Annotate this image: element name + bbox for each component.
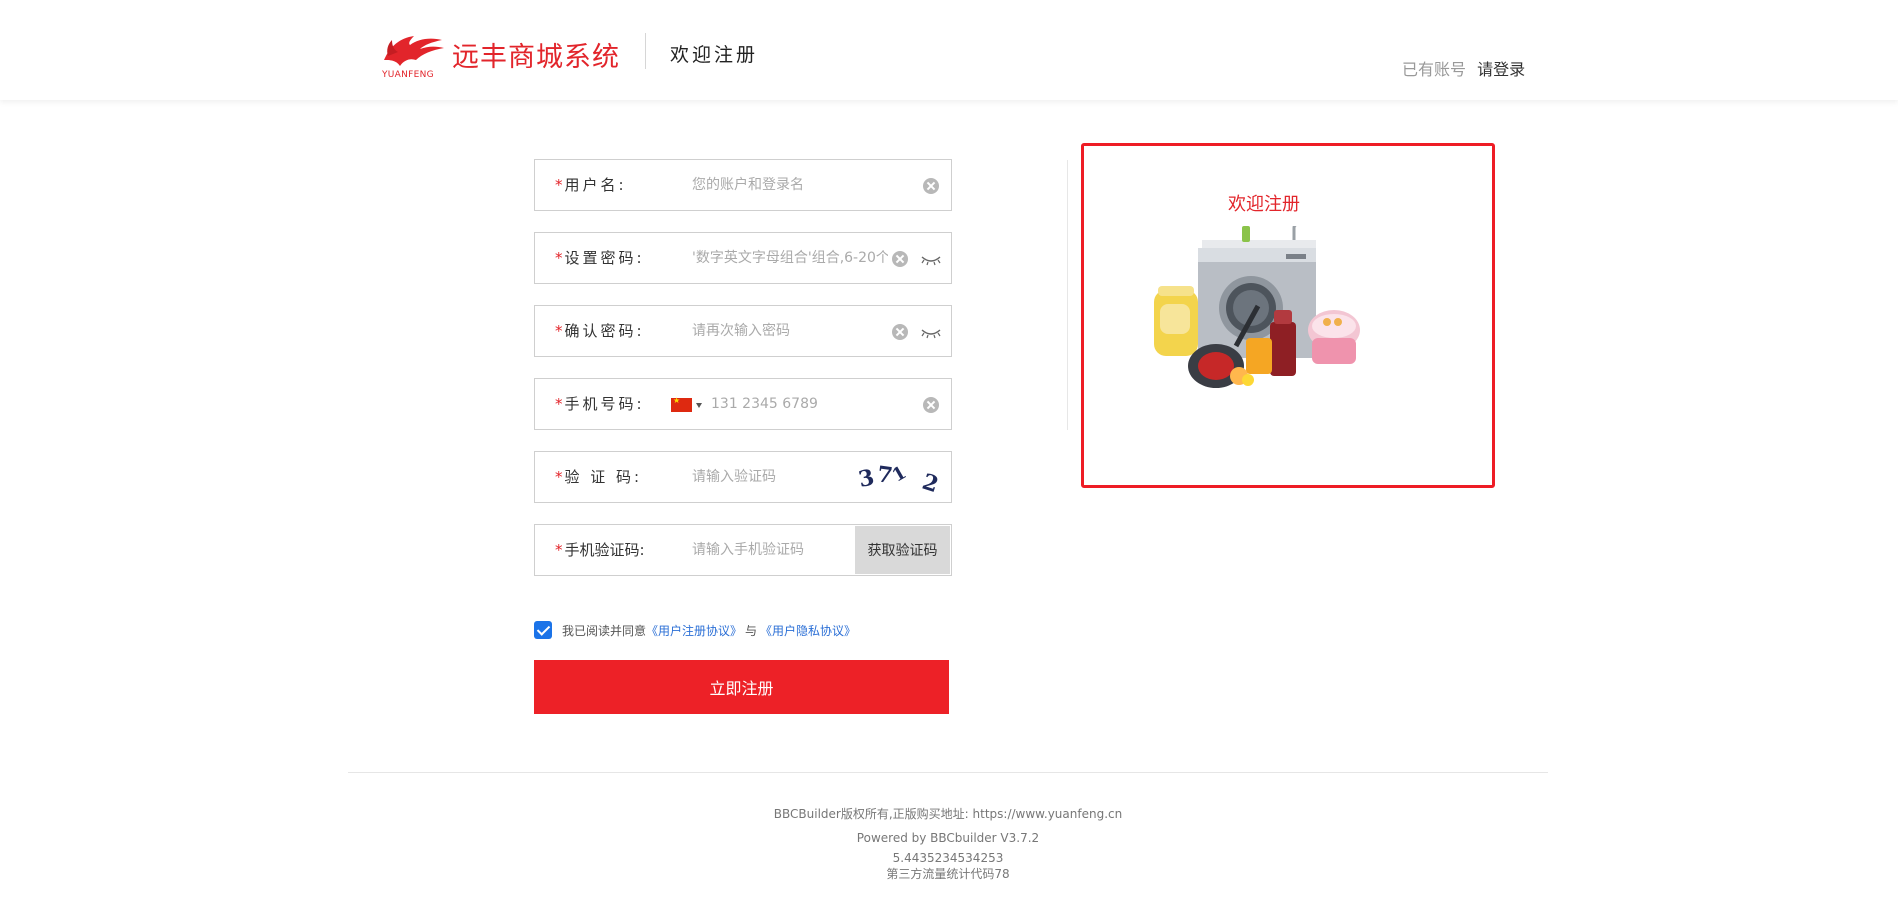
password-field: * 设置密码:	[534, 232, 952, 284]
captcha-input[interactable]	[690, 464, 840, 490]
clear-icon[interactable]	[892, 251, 908, 267]
promo-title: 欢迎注册	[1228, 194, 1300, 215]
logo-horse-icon: YUANFENG	[380, 30, 448, 80]
confirm-password-field: * 确认密码:	[534, 305, 952, 357]
login-link[interactable]: 请登录	[1477, 60, 1525, 79]
page-footer: BBCBuilder版权所有,正版购买地址: https://www.yuanf…	[348, 806, 1548, 882]
password-input[interactable]	[690, 245, 890, 271]
footer-powered-by: Powered by BBCbuilder V3.7.2	[856, 831, 1040, 845]
logo-text: 远丰商城系统	[452, 41, 620, 73]
privacy-agreement-link[interactable]: 《用户隐私协议》	[760, 622, 856, 639]
required-mark: *	[555, 395, 563, 413]
username-input[interactable]	[690, 172, 890, 198]
sms-code-input[interactable]	[690, 537, 850, 563]
svg-text:1: 1	[889, 462, 910, 486]
register-button[interactable]: 立即注册	[534, 660, 949, 714]
site-logo[interactable]: YUANFENG 远丰商城系统	[380, 30, 620, 80]
chevron-down-icon[interactable]	[696, 403, 702, 408]
confirm-password-input[interactable]	[690, 318, 890, 344]
panel-divider	[1067, 160, 1068, 430]
header-divider	[645, 33, 646, 69]
username-field: * 用户名:	[534, 159, 952, 211]
svg-text:7: 7	[875, 461, 894, 489]
promo-panel: 欢迎注册	[1081, 143, 1495, 488]
required-mark: *	[555, 468, 563, 486]
clear-icon[interactable]	[923, 178, 939, 194]
phone-field: * 手机号码:	[534, 378, 952, 430]
captcha-label: * 验 证 码:	[555, 468, 643, 486]
user-agreement-link[interactable]: 《用户注册协议》	[646, 622, 742, 639]
phone-label: * 手机号码:	[555, 395, 645, 413]
password-label: * 设置密码:	[555, 249, 645, 267]
footer-number: 5.4435234534253	[892, 851, 1004, 865]
eye-closed-icon[interactable]	[920, 251, 942, 267]
footer-stats: 第三方流量统计代码78	[886, 867, 1010, 881]
sms-code-label: * 手机验证码:	[555, 541, 645, 559]
page-title: 欢迎注册	[670, 44, 759, 66]
phone-input[interactable]	[709, 391, 889, 417]
username-label: * 用户名:	[555, 176, 627, 194]
clear-icon[interactable]	[923, 397, 939, 413]
clear-icon[interactable]	[892, 324, 908, 340]
have-account-text: 已有账号	[1402, 60, 1467, 79]
footer-copyright: BBCBuilder版权所有,正版购买地址: https://www.yuanf…	[773, 807, 1123, 821]
required-mark: *	[555, 322, 563, 340]
agreement-separator: 与	[745, 623, 758, 638]
svg-text:3: 3	[856, 464, 876, 493]
logo-en-text: YUANFENG	[382, 70, 434, 80]
captcha-field: *验 证 码: 3 7 1 2	[534, 451, 952, 503]
required-mark: *	[555, 249, 563, 267]
svg-text:2: 2	[919, 469, 942, 494]
agreement-row: 我已阅读并同意 《用户注册协议》 与 《用户隐私协议》	[534, 620, 856, 640]
china-flag-icon[interactable]	[671, 396, 692, 412]
sms-code-field: *手机验证码: 获取验证码	[534, 524, 952, 576]
required-mark: *	[555, 541, 563, 559]
login-prompt: 已有账号 请登录	[1402, 56, 1525, 80]
eye-closed-icon[interactable]	[920, 324, 942, 340]
page-header: YUANFENG 远丰商城系统 欢迎注册 已有账号 请登录	[0, 0, 1898, 100]
captcha-image[interactable]: 3 7 1 2	[855, 460, 945, 494]
agreement-checkbox[interactable]	[534, 621, 552, 639]
agreement-prefix: 我已阅读并同意	[562, 623, 647, 638]
home-appliances-image	[1154, 226, 1360, 388]
required-mark: *	[555, 176, 563, 194]
get-sms-code-button[interactable]: 获取验证码	[855, 526, 950, 574]
confirm-password-label: * 确认密码:	[555, 322, 645, 340]
register-form: *用户名: *设置密码: *确认密码: *手机号码: *验 证 码: 3	[534, 159, 952, 597]
footer-divider	[348, 772, 1548, 773]
